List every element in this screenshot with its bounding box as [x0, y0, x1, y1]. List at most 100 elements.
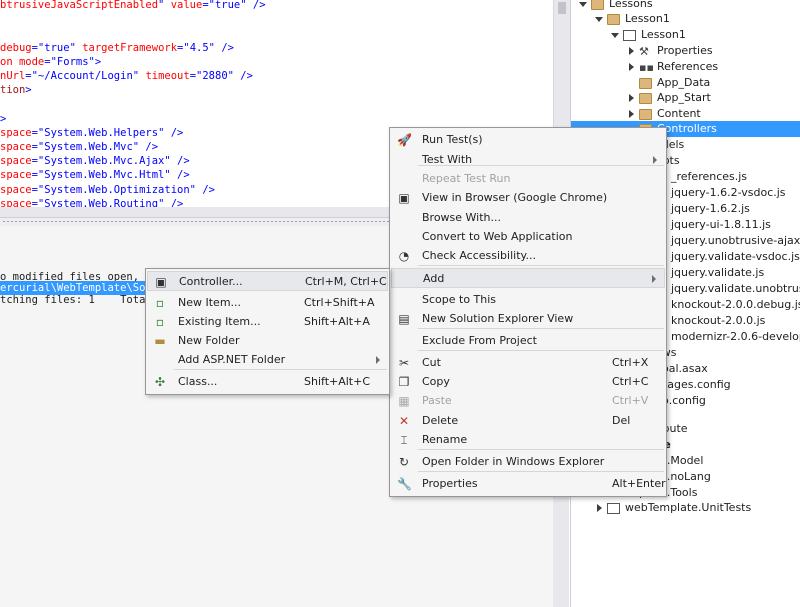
menu-item-run-test-s[interactable]: 🚀 Run Test(s) — [391, 130, 665, 150]
tree-item[interactable]: webTemplate.UnitTests — [625, 500, 751, 516]
menu-item-label: Open Folder in Windows Explorer — [422, 455, 605, 468]
code-line[interactable]: space="System.Web.Mvc" /> — [0, 140, 158, 154]
code-line[interactable]: space="System.Web.Optimization" /> — [0, 183, 215, 197]
menu-item-label: Copy — [422, 375, 450, 388]
tree-item[interactable]: _references.js — [671, 169, 747, 185]
menu-item-existing-item[interactable]: ▫ Existing Item... Shift+Alt+A — [147, 312, 388, 332]
menu-item-shortcut: Shift+Alt+A — [304, 315, 370, 328]
menu-item-controller[interactable]: ▣ Controller... Ctrl+M, Ctrl+C — [147, 271, 388, 291]
tree-item[interactable]: modernizr-2.0.6-developm — [671, 329, 800, 345]
code-line[interactable]: space="System.Web.Helpers" /> — [0, 126, 183, 140]
menu-item-scope-to-this[interactable]: Scope to This — [391, 290, 665, 310]
code-token: " — [158, 0, 171, 11]
menu-item-label: Delete — [422, 414, 459, 427]
code-token: =" — [31, 41, 45, 54]
menu-item-repeat-test-run[interactable]: Repeat Test Run — [391, 169, 665, 189]
collapse-arrow-icon[interactable] — [579, 2, 587, 7]
code-line[interactable]: btrusiveJavaScriptEnabled" value="true" … — [0, 0, 266, 12]
menu-item-paste[interactable]: ▦ Paste Ctrl+V — [391, 391, 665, 411]
menu-item-copy[interactable]: ❐ Copy Ctrl+C — [391, 372, 665, 392]
menu-item-new-item[interactable]: ▫ New Item... Ctrl+Shift+A — [147, 293, 388, 313]
menu-item-shortcut: Alt+Enter — [612, 477, 666, 490]
menu-item-test-with[interactable]: Test With — [391, 150, 665, 170]
code-line[interactable]: space="System.Web.Mvc.Ajax" /> — [0, 154, 190, 168]
menu-item-view-in-browser-google-chrome[interactable]: ▣ View in Browser (Google Chrome) — [391, 188, 665, 208]
menu-item-open-folder-in-windows-explorer[interactable]: ↻ Open Folder in Windows Explorer — [391, 452, 665, 472]
tree-item[interactable]: jquery-ui-1.8.11.js — [671, 217, 771, 233]
tree-item[interactable]: jquery.validate-vsdoc.js — [671, 249, 800, 265]
menu-item-delete[interactable]: ✕ Delete Del — [391, 411, 665, 431]
output-line-selected[interactable]: ercurial\WebTemplate\Sou — [0, 281, 152, 295]
project-icon — [623, 30, 636, 41]
code-token: "> — [88, 55, 102, 68]
code-token: System.Web.Routing — [44, 197, 159, 207]
code-token: =" — [189, 70, 203, 82]
tree-item[interactable]: jquery-1.6.2.js — [671, 201, 750, 217]
code-line[interactable]: on mode="Forms"> — [0, 55, 101, 69]
tree-item[interactable]: jquery.unobtrusive-ajax.js — [671, 233, 800, 249]
code-token: space — [0, 183, 32, 196]
expand-arrow-icon[interactable] — [629, 110, 634, 118]
code-token: 2880 — [202, 70, 228, 82]
menu-item-label: Test With — [422, 153, 473, 166]
menu-item-convert-to-web-application[interactable]: Convert to Web Application — [391, 227, 665, 247]
menu-item-shortcut: Del — [612, 414, 631, 427]
code-line[interactable]: space="System.Web.Routing" /> — [0, 197, 183, 207]
menu-item-cut[interactable]: ✂ Cut Ctrl+X — [391, 353, 665, 373]
menu-separator — [418, 287, 664, 288]
tree-item[interactable]: Content — [657, 106, 701, 122]
scrollbar-thumb[interactable] — [558, 2, 566, 14]
menu-item-add[interactable]: Add — [391, 268, 665, 288]
paste-icon: ▦ — [398, 394, 410, 408]
code-line[interactable]: nUrl="~/Account/Login" timeout="2880" /> — [0, 69, 253, 83]
code-token: =" — [31, 126, 45, 139]
menu-item-new-folder[interactable]: ▬ New Folder — [147, 331, 388, 351]
tree-item[interactable]: Lesson1 — [625, 11, 670, 27]
expand-arrow-icon[interactable] — [629, 94, 634, 102]
menu-item-properties[interactable]: 🔧 Properties Alt+Enter — [391, 474, 666, 494]
menu-item-class[interactable]: ✣ Class... Shift+Alt+C — [147, 372, 388, 392]
tree-item[interactable]: jquery-1.6.2-vsdoc.js — [671, 185, 786, 201]
menu-item-check-accessibility[interactable]: ◔ Check Accessibility... — [391, 246, 665, 266]
context-menu[interactable]: 🚀 Run Test(s) Test With Repeat Test Run ▣ Vie… — [389, 127, 667, 497]
code-line[interactable]: debug="true" targetFramework="4.5" /> — [0, 41, 234, 55]
code-line[interactable]: > — [0, 112, 6, 126]
tree-item[interactable]: Properties — [657, 43, 713, 59]
code-token: value — [170, 0, 203, 11]
menu-item-new-solution-explorer-view[interactable]: ▤ New Solution Explorer View — [391, 309, 665, 329]
collapse-arrow-icon[interactable] — [611, 33, 619, 38]
tree-item[interactable]: App_Data — [657, 75, 710, 91]
expand-arrow-icon[interactable] — [629, 47, 634, 55]
collapse-arrow-icon[interactable] — [595, 17, 603, 22]
menu-item-rename[interactable]: ⌶ Rename — [391, 430, 665, 450]
tree-item[interactable]: App_Start — [657, 90, 711, 106]
output-line: tching files: 1 Total — [0, 294, 152, 306]
tree-item[interactable]: knockout-2.0.0.js — [671, 313, 765, 329]
code-line[interactable]: tion> — [0, 83, 32, 97]
expand-arrow-icon[interactable] — [597, 504, 602, 512]
menu-item-label: Exclude From Project — [422, 334, 537, 347]
menu-item-exclude-from-project[interactable]: Exclude From Project — [391, 331, 665, 351]
tree-item[interactable]: knockout-2.0.0.debug.js — [671, 297, 800, 313]
menu-item-label: Rename — [422, 433, 468, 446]
code-token: " /> — [164, 169, 190, 182]
tree-item[interactable]: jquery.validate.unobtrusive — [671, 281, 800, 297]
menu-separator — [418, 265, 664, 266]
code-token: Forms — [56, 55, 89, 68]
tree-item[interactable]: jquery.validate.js — [671, 265, 764, 281]
references-icon: ▪▪ — [639, 61, 654, 74]
tree-item[interactable]: Lesson1 — [641, 27, 686, 43]
menu-item-add-asp-net-folder[interactable]: Add ASP.NET Folder — [147, 350, 388, 370]
menu-item-browse-with[interactable]: Browse With... — [391, 208, 665, 228]
menu-item-label: Scope to This — [422, 293, 497, 306]
add-submenu[interactable]: ▣ Controller... Ctrl+M, Ctrl+C ▫ New Item...… — [145, 268, 390, 395]
wrench-icon: ⚒ — [639, 45, 649, 58]
expand-arrow-icon[interactable] — [629, 63, 634, 71]
code-line[interactable]: space="System.Web.Mvc.Html" /> — [0, 168, 190, 182]
tree-item[interactable]: References — [657, 59, 718, 75]
delete-icon: ✕ — [398, 414, 410, 428]
class-icon: ✣ — [154, 375, 166, 389]
code-token: =" — [31, 197, 45, 207]
menu-item-shortcut: Ctrl+Shift+A — [304, 296, 375, 309]
menu-item-label: Properties — [422, 477, 478, 490]
